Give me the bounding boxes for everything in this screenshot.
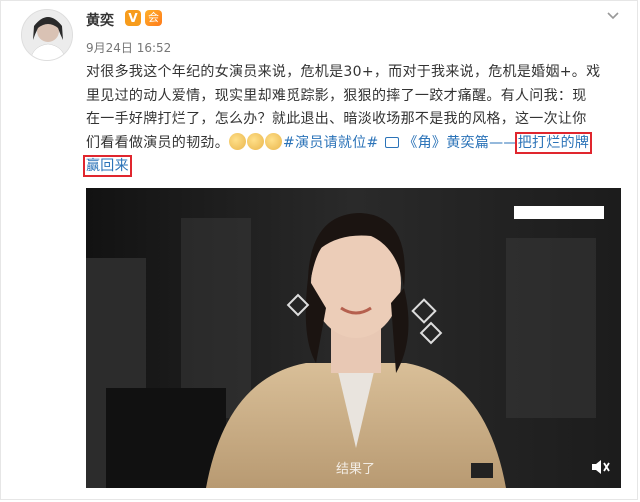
flex-emoji-icon: [265, 132, 282, 150]
watermark: [514, 206, 604, 219]
highlighted-link-text-cont[interactable]: 赢回来: [83, 155, 132, 177]
video-title-link[interactable]: 《角》黄奕篇——: [403, 135, 517, 151]
video-subtitle: 结果了: [336, 462, 376, 477]
chevron-down-icon[interactable]: [603, 8, 623, 28]
post-text-line: 们看看做演员的韧劲。: [86, 134, 229, 151]
flex-emoji-icon: [229, 132, 246, 150]
post-text-line: 在一手好牌打烂了，怎么办？就此退出、暗淡收场那不是我的风格，这一次让你: [86, 111, 587, 127]
post-body: 对很多我这个年纪的女演员来说，危机是30+，而对于我来说，危机是婚姻+。戏 里见…: [83, 61, 621, 179]
flex-emoji-icon: [247, 132, 264, 150]
username[interactable]: 黄奕: [86, 10, 114, 30]
post-text-line: 里见过的动人爱情，现实里却难觅踪影，狠狠的摔了一跤才痛醒。有人问我：现: [86, 87, 587, 104]
highlighted-link-text[interactable]: 把打烂的牌: [514, 131, 593, 154]
link-icon: [385, 136, 400, 148]
member-badge-icon: 会: [145, 10, 162, 26]
weibo-post-card: 黄奕 V 会 9月24日 16:52 对很多我这个年纪的女演员来说，危机是30+…: [0, 0, 638, 500]
video-player[interactable]: 结果了: [86, 188, 621, 488]
avatar[interactable]: [21, 9, 73, 61]
hashtag-link[interactable]: #演员请就位#: [283, 135, 379, 151]
post-timestamp[interactable]: 9月24日 16:52: [86, 39, 171, 56]
verified-badge: V: [125, 10, 141, 26]
video-frame: [86, 188, 621, 488]
volume-off-icon[interactable]: [589, 456, 611, 478]
post-text-line: 对很多我这个年纪的女演员来说，危机是30+，而对于我来说，危机是婚姻+。戏: [86, 64, 601, 80]
